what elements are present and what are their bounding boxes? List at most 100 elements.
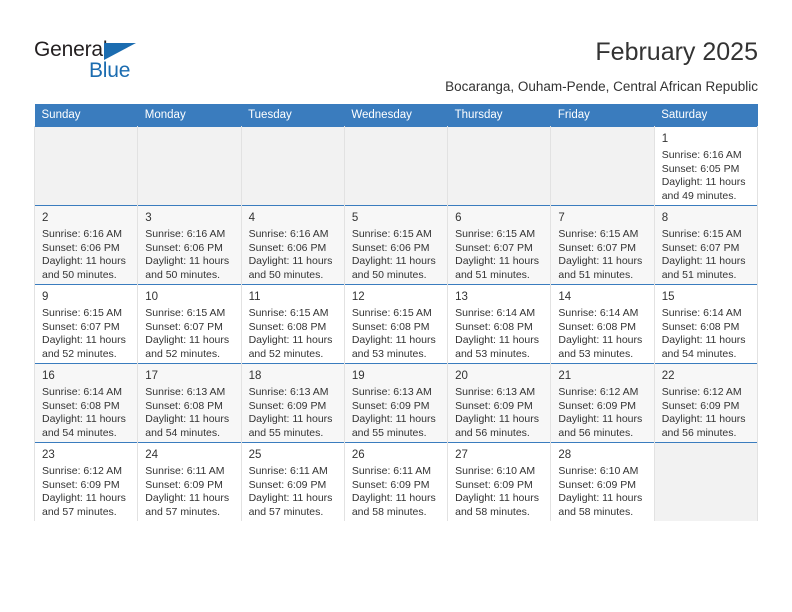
page-subtitle: Bocaranga, Ouham-Pende, Central African … <box>445 79 758 94</box>
sun-times-info: Sunrise: 6:14 AM Sunset: 6:08 PM Dayligh… <box>42 386 126 439</box>
calendar-week-row: 16 Sunrise: 6:14 AM Sunset: 6:08 PM Dayli… <box>33 363 759 443</box>
sun-times-info: Sunrise: 6:15 AM Sunset: 6:06 PM Dayligh… <box>351 228 436 281</box>
calendar-day-cell[interactable]: 9 Sunrise: 6:15 AM Sunset: 6:07 PM Daylig… <box>33 284 139 364</box>
calendar-day-cell[interactable]: 11 Sunrise: 6:15 AM Sunset: 6:08 PM Dayli… <box>240 284 345 364</box>
calendar-day-cell[interactable]: 18 Sunrise: 6:13 AM Sunset: 6:09 PM Dayli… <box>240 363 345 443</box>
day-number: 21 <box>558 370 572 382</box>
sun-times-info: Sunrise: 6:16 AM Sunset: 6:06 PM Dayligh… <box>145 228 230 281</box>
day-cell-content: 1 Sunrise: 6:16 AM Sunset: 6:05 PM Daylig… <box>655 127 757 203</box>
day-number: 23 <box>42 449 55 461</box>
sun-times-info: Sunrise: 6:11 AM Sunset: 6:09 PM Dayligh… <box>145 465 230 518</box>
calendar-day-cell[interactable]: 26 Sunrise: 6:11 AM Sunset: 6:09 PM Dayli… <box>343 442 449 521</box>
calendar-day-cell[interactable]: 14 Sunrise: 6:14 AM Sunset: 6:08 PM Dayli… <box>550 284 655 364</box>
sun-times-info: Sunrise: 6:15 AM Sunset: 6:08 PM Dayligh… <box>351 307 436 360</box>
sun-times-info: Sunrise: 6:16 AM Sunset: 6:06 PM Dayligh… <box>248 228 333 281</box>
calendar-day-cell[interactable]: 5 Sunrise: 6:15 AM Sunset: 6:06 PM Daylig… <box>343 205 449 285</box>
calendar-day-cell[interactable]: 19 Sunrise: 6:13 AM Sunset: 6:09 PM Dayli… <box>343 363 449 443</box>
day-number: 19 <box>351 370 365 382</box>
weekday-header-thursday: Thursday <box>447 104 551 127</box>
calendar-day-cell[interactable]: 12 Sunrise: 6:15 AM Sunset: 6:08 PM Dayli… <box>343 284 449 364</box>
calendar-day-cell[interactable]: 24 Sunrise: 6:11 AM Sunset: 6:09 PM Dayli… <box>137 442 242 521</box>
calendar-day-cell[interactable]: 16 Sunrise: 6:14 AM Sunset: 6:08 PM Dayli… <box>33 363 139 443</box>
day-cell-content: 22 Sunrise: 6:12 AM Sunset: 6:09 PM Dayli… <box>655 364 757 440</box>
day-number: 9 <box>42 291 49 303</box>
calendar-week-row: 9 Sunrise: 6:15 AM Sunset: 6:07 PM Daylig… <box>33 284 759 364</box>
calendar-day-cell[interactable]: 25 Sunrise: 6:11 AM Sunset: 6:09 PM Dayli… <box>240 442 345 521</box>
calendar-day-cell[interactable]: 6 Sunrise: 6:15 AM Sunset: 6:07 PM Daylig… <box>447 205 552 285</box>
calendar-day-cell[interactable]: 22 Sunrise: 6:12 AM Sunset: 6:09 PM Dayli… <box>653 363 759 443</box>
calendar-cell-empty <box>240 126 345 206</box>
day-number: 5 <box>351 212 359 224</box>
sun-times-info: Sunrise: 6:11 AM Sunset: 6:09 PM Dayligh… <box>248 465 333 518</box>
day-cell-content: 7 Sunrise: 6:15 AM Sunset: 6:07 PM Daylig… <box>551 206 653 282</box>
day-cell-content: 12 Sunrise: 6:15 AM Sunset: 6:08 PM Dayli… <box>345 285 447 361</box>
day-cell-content: 8 Sunrise: 6:15 AM Sunset: 6:07 PM Daylig… <box>655 206 757 282</box>
day-cell-content: 20 Sunrise: 6:13 AM Sunset: 6:09 PM Dayli… <box>448 364 550 440</box>
day-number: 20 <box>455 370 468 382</box>
calendar-day-cell[interactable]: 27 Sunrise: 6:10 AM Sunset: 6:09 PM Dayli… <box>447 442 552 521</box>
calendar-cell-empty <box>343 126 449 206</box>
sun-times-info: Sunrise: 6:15 AM Sunset: 6:07 PM Dayligh… <box>661 228 746 281</box>
sun-times-info: Sunrise: 6:10 AM Sunset: 6:09 PM Dayligh… <box>455 465 539 518</box>
calendar-day-cell[interactable]: 23 Sunrise: 6:12 AM Sunset: 6:09 PM Dayli… <box>33 442 139 521</box>
calendar-day-cell[interactable]: 20 Sunrise: 6:13 AM Sunset: 6:09 PM Dayli… <box>447 363 552 443</box>
day-number: 15 <box>661 291 675 303</box>
day-cell-content: 2 Sunrise: 6:16 AM Sunset: 6:06 PM Daylig… <box>35 206 137 282</box>
calendar-page: General Blue February 2025 Bocaranga, Ou… <box>0 0 792 612</box>
sun-times-info: Sunrise: 6:14 AM Sunset: 6:08 PM Dayligh… <box>558 307 643 360</box>
calendar-cell-empty <box>447 126 552 206</box>
calendar-day-cell[interactable]: 1 Sunrise: 6:16 AM Sunset: 6:05 PM Daylig… <box>653 126 759 206</box>
calendar-day-cell[interactable]: 21 Sunrise: 6:12 AM Sunset: 6:09 PM Dayli… <box>550 363 655 443</box>
sun-times-info: Sunrise: 6:10 AM Sunset: 6:09 PM Dayligh… <box>558 465 643 518</box>
sun-times-info: Sunrise: 6:15 AM Sunset: 6:07 PM Dayligh… <box>455 228 539 281</box>
sun-times-info: Sunrise: 6:15 AM Sunset: 6:07 PM Dayligh… <box>42 307 126 360</box>
day-cell-content: 18 Sunrise: 6:13 AM Sunset: 6:09 PM Dayli… <box>242 364 344 440</box>
calendar-day-cell[interactable]: 3 Sunrise: 6:16 AM Sunset: 6:06 PM Daylig… <box>137 205 242 285</box>
sun-times-info: Sunrise: 6:12 AM Sunset: 6:09 PM Dayligh… <box>558 386 643 439</box>
calendar-cell-empty <box>550 126 655 206</box>
day-number: 10 <box>145 291 159 303</box>
day-cell-content: 28 Sunrise: 6:10 AM Sunset: 6:09 PM Dayli… <box>551 443 653 519</box>
calendar-day-cell[interactable]: 17 Sunrise: 6:13 AM Sunset: 6:08 PM Dayli… <box>137 363 242 443</box>
day-cell-content: 6 Sunrise: 6:15 AM Sunset: 6:07 PM Daylig… <box>448 206 550 282</box>
day-number: 22 <box>661 370 675 382</box>
sun-times-info: Sunrise: 6:16 AM Sunset: 6:06 PM Dayligh… <box>42 228 126 281</box>
day-number: 2 <box>42 212 49 224</box>
day-cell-content: 19 Sunrise: 6:13 AM Sunset: 6:09 PM Dayli… <box>345 364 447 440</box>
day-cell-content: 16 Sunrise: 6:14 AM Sunset: 6:08 PM Dayli… <box>35 364 137 440</box>
day-cell-content: 26 Sunrise: 6:11 AM Sunset: 6:09 PM Dayli… <box>345 443 447 519</box>
weekday-header-tuesday: Tuesday <box>241 104 345 127</box>
day-cell-content: 24 Sunrise: 6:11 AM Sunset: 6:09 PM Dayli… <box>138 443 240 519</box>
day-cell-content: 15 Sunrise: 6:14 AM Sunset: 6:08 PM Dayli… <box>655 285 757 361</box>
calendar-day-cell[interactable]: 15 Sunrise: 6:14 AM Sunset: 6:08 PM Dayli… <box>653 284 759 364</box>
day-number: 1 <box>661 133 669 145</box>
logo[interactable]: General Blue <box>34 38 164 84</box>
calendar-day-cell[interactable]: 10 Sunrise: 6:15 AM Sunset: 6:07 PM Dayli… <box>137 284 242 364</box>
calendar-day-cell[interactable]: 7 Sunrise: 6:15 AM Sunset: 6:07 PM Daylig… <box>550 205 655 285</box>
calendar-table: Sunday Monday Tuesday Wednesday Thursday Frid… <box>33 104 759 521</box>
calendar-day-cell[interactable]: 4 Sunrise: 6:16 AM Sunset: 6:06 PM Daylig… <box>240 205 345 285</box>
page-header: General Blue February 2025 Bocaranga, Ou… <box>0 0 792 104</box>
sun-times-info: Sunrise: 6:14 AM Sunset: 6:08 PM Dayligh… <box>661 307 746 360</box>
calendar-day-cell[interactable]: 28 Sunrise: 6:10 AM Sunset: 6:09 PM Dayli… <box>550 442 655 521</box>
calendar-week-row: 1 Sunrise: 6:16 AM Sunset: 6:05 PM Daylig… <box>33 126 759 206</box>
calendar-cell-empty <box>33 126 139 206</box>
calendar-day-cell[interactable]: 13 Sunrise: 6:14 AM Sunset: 6:08 PM Dayli… <box>447 284 552 364</box>
calendar-day-cell[interactable]: 8 Sunrise: 6:15 AM Sunset: 6:07 PM Daylig… <box>653 205 759 285</box>
sun-times-info: Sunrise: 6:16 AM Sunset: 6:05 PM Dayligh… <box>661 149 746 202</box>
day-cell-content: 5 Sunrise: 6:15 AM Sunset: 6:06 PM Daylig… <box>345 206 447 282</box>
day-number: 18 <box>248 370 262 382</box>
calendar-cell-empty <box>653 442 759 521</box>
sun-times-info: Sunrise: 6:12 AM Sunset: 6:09 PM Dayligh… <box>661 386 746 439</box>
day-cell-content: 13 Sunrise: 6:14 AM Sunset: 6:08 PM Dayli… <box>448 285 550 361</box>
day-number: 26 <box>351 449 365 461</box>
day-number: 14 <box>558 291 572 303</box>
blue-triangle-icon <box>104 43 136 60</box>
calendar-day-cell[interactable]: 2 Sunrise: 6:16 AM Sunset: 6:06 PM Daylig… <box>33 205 139 285</box>
day-cell-content: 21 Sunrise: 6:12 AM Sunset: 6:09 PM Dayli… <box>551 364 653 440</box>
calendar-body: 1 Sunrise: 6:16 AM Sunset: 6:05 PM Daylig… <box>33 126 759 521</box>
weekday-header-sunday: Sunday <box>34 104 138 127</box>
day-number: 16 <box>42 370 55 382</box>
day-number: 27 <box>455 449 468 461</box>
day-cell-content: 10 Sunrise: 6:15 AM Sunset: 6:07 PM Dayli… <box>138 285 240 361</box>
